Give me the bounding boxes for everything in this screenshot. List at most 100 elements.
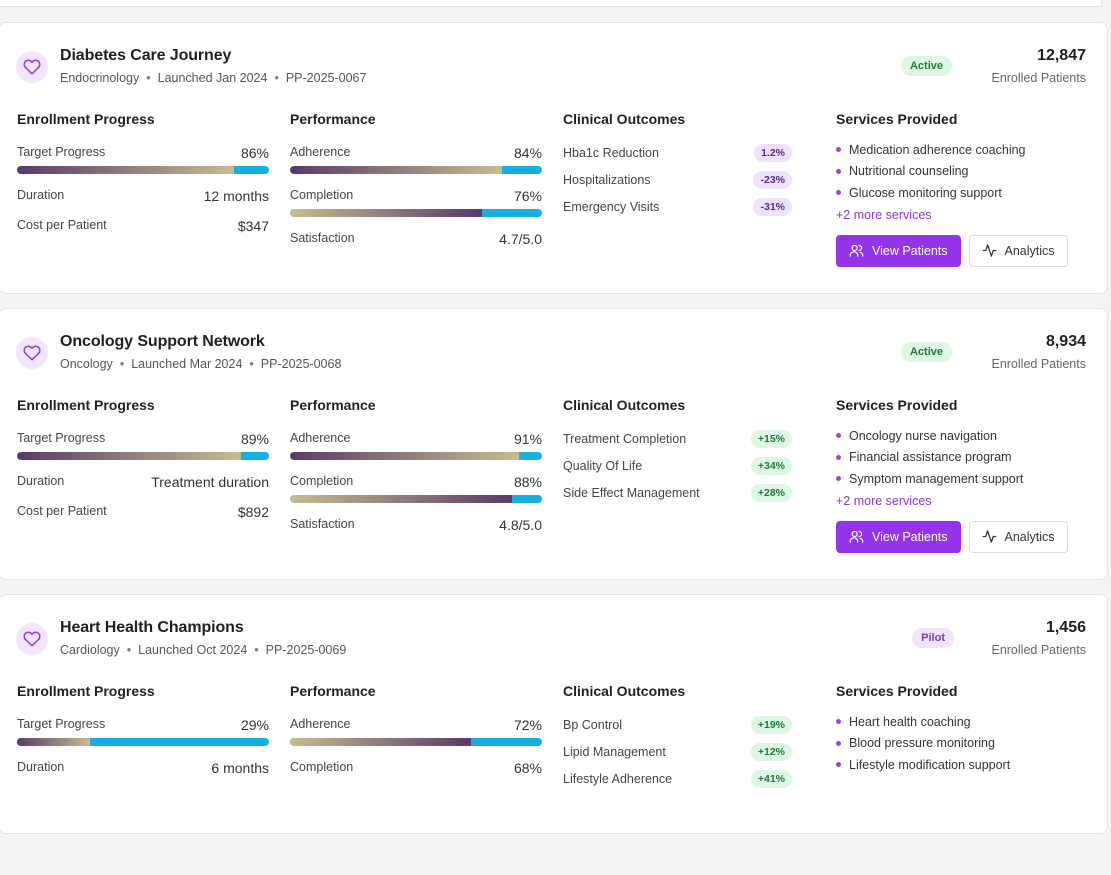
target-progress-label: Target Progress	[17, 717, 106, 731]
section-title: Performance	[290, 397, 376, 413]
completion-label: Completion	[290, 188, 354, 202]
program-launched: Launched Mar 2024	[131, 357, 243, 371]
completion-value: 76%	[513, 188, 542, 204]
outcome-row: Emergency Visits -31%	[563, 193, 815, 220]
clinical-outcomes-section: Clinical Outcomes Hba1c Reduction 1.2% Ho…	[563, 103, 815, 220]
cost-value: $347	[237, 218, 269, 234]
more-services-link[interactable]: +2 more services	[836, 490, 1088, 512]
bullet-icon	[836, 190, 841, 196]
view-patients-button[interactable]: View Patients	[836, 234, 961, 267]
view-patients-button[interactable]: View Patients	[836, 520, 961, 553]
enrolled-count: 12,847	[1037, 47, 1086, 64]
service-item: Lifestyle modification support	[836, 754, 1088, 776]
program-meta: Cardiology • Launched Oct 2024 • PP-2025-006…	[60, 643, 347, 657]
program-specialty: Oncology	[60, 357, 113, 371]
program-title: Heart Health Champions	[60, 619, 244, 636]
service-item: Nutritional counseling	[836, 161, 1088, 183]
program-card: Oncology Support Network Oncology • Launch…	[0, 308, 1108, 580]
satisfaction-value: 4.8/5.0	[499, 517, 542, 533]
completion-value: 88%	[513, 474, 542, 490]
enrolled-label: Enrolled Patients	[991, 643, 1086, 657]
outcome-value-badge: +12%	[750, 742, 792, 761]
heart-icon	[16, 623, 48, 655]
outcome-name: Hospitalizations	[563, 172, 651, 187]
heart-icon	[16, 337, 48, 369]
enrollment-progress-section: Enrollment Progress Target Progress 89% D…	[17, 389, 269, 520]
completion-value: 68%	[513, 760, 542, 776]
outcome-row: Lipid Management +12%	[563, 738, 815, 765]
satisfaction-label: Satisfaction	[290, 517, 355, 531]
service-item: Blood pressure monitoring	[836, 733, 1088, 755]
section-title: Enrollment Progress	[17, 683, 155, 699]
program-specialty: Endocrinology	[60, 71, 140, 85]
bullet-icon	[836, 740, 841, 746]
heart-icon	[16, 51, 48, 83]
previous-card-edge	[0, 0, 1102, 7]
cost-value: $892	[237, 504, 269, 520]
bullet-icon	[836, 454, 841, 460]
services-section: Services Provided Oncology nurse navigat…	[836, 389, 1088, 553]
target-progress-bar	[17, 452, 269, 460]
program-code: PP-2025-0068	[260, 357, 342, 371]
service-item: Heart health coaching	[836, 711, 1088, 733]
adherence-label: Adherence	[290, 717, 351, 731]
program-meta: Oncology • Launched Mar 2024 • PP-2025-0068	[60, 357, 342, 371]
bullet-icon	[836, 168, 841, 174]
section-title: Performance	[290, 683, 376, 699]
adherence-label: Adherence	[290, 431, 351, 445]
adherence-bar	[290, 166, 542, 174]
adherence-value: 84%	[513, 145, 542, 161]
outcome-value-badge: +28%	[750, 483, 792, 502]
adherence-value: 72%	[513, 717, 542, 733]
service-item: Glucose monitoring support	[836, 182, 1088, 204]
program-title: Oncology Support Network	[60, 333, 265, 350]
program-launched: Launched Oct 2024	[138, 643, 248, 657]
more-services-link[interactable]: +2 more services	[836, 204, 1088, 226]
adherence-bar	[290, 452, 542, 460]
analytics-button[interactable]: Analytics	[968, 234, 1068, 267]
duration-label: Duration	[17, 188, 65, 202]
duration-value: 12 months	[203, 188, 269, 204]
enrollment-progress-section: Enrollment Progress Target Progress 29% D…	[17, 675, 269, 776]
enrolled-label: Enrolled Patients	[991, 357, 1086, 371]
adherence-label: Adherence	[290, 145, 351, 159]
completion-label: Completion	[290, 760, 354, 774]
activity-icon	[982, 244, 996, 257]
satisfaction-label: Satisfaction	[290, 231, 355, 245]
enrolled-count: 1,456	[1045, 619, 1086, 636]
bullet-icon	[836, 147, 841, 153]
outcome-row: Bp Control +19%	[563, 711, 815, 738]
service-item: Symptom management support	[836, 468, 1088, 490]
services-section: Services Provided Medication adherence c…	[836, 103, 1088, 267]
program-card: Diabetes Care Journey Endocrinology • Laun…	[0, 22, 1108, 294]
performance-section: Performance Adherence 72% Completion 68%	[290, 675, 542, 776]
section-title: Enrollment Progress	[17, 397, 155, 413]
section-title: Clinical Outcomes	[563, 111, 686, 127]
target-progress-bar	[17, 738, 269, 746]
services-section: Services Provided Heart health coaching …	[836, 675, 1088, 776]
section-title: Clinical Outcomes	[563, 397, 686, 413]
target-progress-value: 89%	[240, 431, 269, 447]
target-progress-label: Target Progress	[17, 431, 106, 445]
enrollment-progress-section: Enrollment Progress Target Progress 86% D…	[17, 103, 269, 234]
enrolled-label: Enrolled Patients	[991, 71, 1086, 85]
analytics-button[interactable]: Analytics	[968, 520, 1068, 553]
section-title: Services Provided	[836, 397, 958, 413]
outcome-name: Treatment Completion	[563, 431, 687, 446]
duration-value: Treatment duration	[151, 474, 269, 490]
outcome-name: Quality Of Life	[563, 458, 643, 473]
clinical-outcomes-section: Clinical Outcomes Treatment Completion +1…	[563, 389, 815, 506]
satisfaction-value: 4.7/5.0	[499, 231, 542, 247]
users-icon	[849, 530, 864, 543]
target-progress-label: Target Progress	[17, 145, 106, 159]
program-meta: Endocrinology • Launched Jan 2024 • PP-2025-…	[60, 71, 367, 85]
service-item: Medication adherence coaching	[836, 139, 1088, 161]
users-icon	[849, 244, 864, 257]
service-item: Financial assistance program	[836, 447, 1088, 469]
duration-label: Duration	[17, 760, 65, 774]
outcome-row: Side Effect Management +28%	[563, 479, 815, 506]
bullet-icon	[836, 433, 841, 439]
outcome-name: Lipid Management	[563, 744, 666, 759]
cost-label: Cost per Patient	[17, 504, 107, 518]
clinical-outcomes-section: Clinical Outcomes Bp Control +19% Lipid M…	[563, 675, 815, 792]
